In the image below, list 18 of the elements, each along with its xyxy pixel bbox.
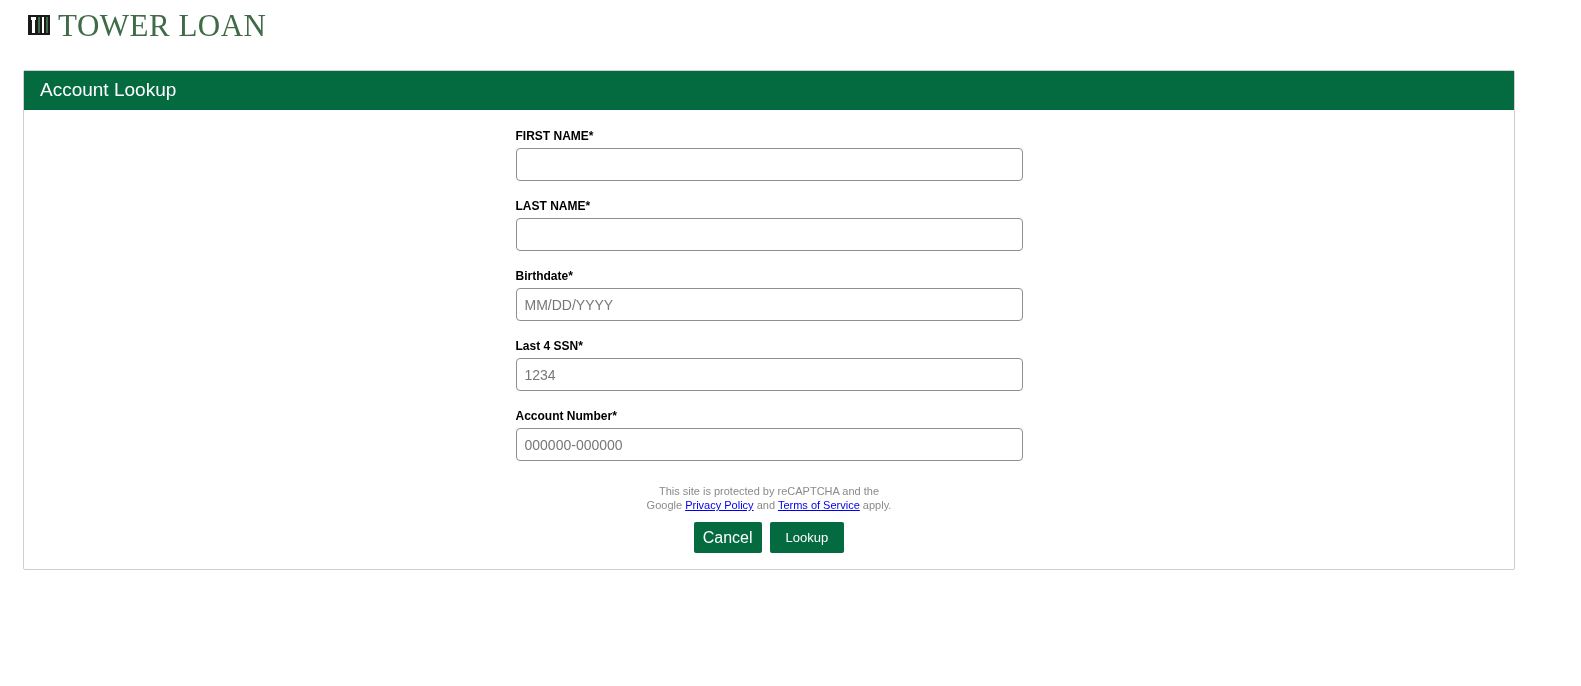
input-field[interactable]: 000000-000000 — [515, 428, 1023, 461]
input-field[interactable]: MM/DD/YYYY — [515, 288, 1023, 321]
input-field[interactable] — [515, 218, 1023, 251]
input-field[interactable]: 1234 — [515, 358, 1023, 391]
field-label: Birthdate* — [515, 268, 574, 284]
link[interactable]: Privacy Policy — [685, 499, 754, 511]
field-label: Last 4 SSN* — [515, 338, 584, 354]
panel-title: Account Lookup — [40, 78, 177, 103]
field-label: Account Number* — [515, 408, 618, 424]
field-label: FIRST NAME* — [515, 128, 595, 144]
input-field[interactable] — [515, 148, 1023, 181]
logo-text: TOWER LOAN — [58, 9, 267, 41]
logo-icon — [28, 15, 50, 35]
field-label: LAST NAME* — [515, 198, 592, 214]
lookup-button[interactable]: Lookup — [769, 522, 845, 553]
recaptcha-notice: This site is protected by reCAPTCHA and the Google Privacy Policy and Terms of Service apply. — [646, 484, 892, 512]
link[interactable]: Terms of Service — [777, 499, 860, 511]
cancel-button[interactable]: Cancel — [693, 522, 762, 553]
